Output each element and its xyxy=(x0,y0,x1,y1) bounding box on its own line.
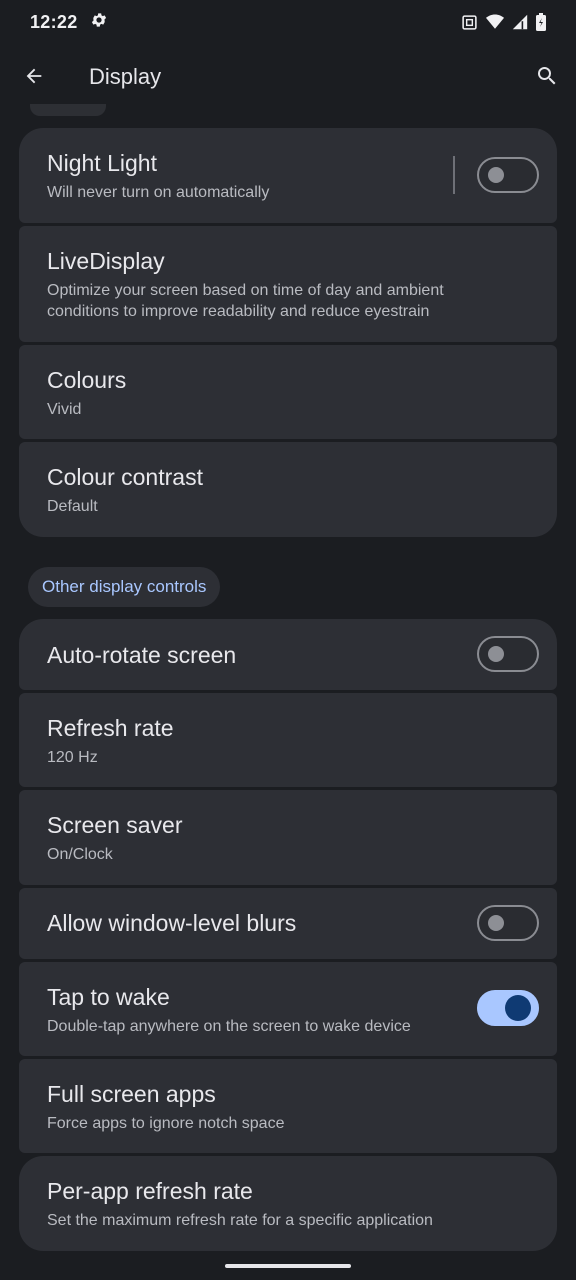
gesture-navigation-bar[interactable] xyxy=(225,1264,351,1268)
colours-subtitle: Vivid xyxy=(47,401,82,418)
auto-rotate-title: Auto-rotate screen xyxy=(47,642,237,668)
full-screen-apps-title: Full screen apps xyxy=(47,1081,216,1107)
page-title: Display xyxy=(89,64,162,89)
night-light-subtitle: Will never turn on automatically xyxy=(47,184,270,201)
status-bar: 12:22 xyxy=(0,0,576,44)
window-blurs-item[interactable]: Allow window-level blurs xyxy=(19,888,557,959)
refresh-rate-item[interactable]: Refresh rate 120 Hz xyxy=(19,693,557,787)
night-light-toggle[interactable] xyxy=(477,157,539,193)
refresh-rate-subtitle: 120 Hz xyxy=(47,749,98,766)
window-blurs-toggle[interactable] xyxy=(477,905,539,941)
per-app-refresh-subtitle: Set the maximum refresh rate for a speci… xyxy=(47,1212,433,1229)
screen-saver-title: Screen saver xyxy=(47,812,183,838)
section-header-other-display-controls: Other display controls xyxy=(28,567,221,607)
back-button[interactable] xyxy=(18,60,50,96)
per-app-refresh-title: Per-app refresh rate xyxy=(47,1178,253,1204)
search-button[interactable] xyxy=(530,60,564,96)
colour-contrast-item[interactable]: Colour contrast Default xyxy=(19,442,557,537)
tap-to-wake-item[interactable]: Tap to wake Double-tap anywhere on the s… xyxy=(19,962,557,1056)
previous-item-edge xyxy=(30,104,106,116)
per-app-refresh-item[interactable]: Per-app refresh rate Set the maximum ref… xyxy=(19,1156,557,1251)
full-screen-apps-item[interactable]: Full screen apps Force apps to ignore no… xyxy=(19,1059,557,1153)
toggle-knob xyxy=(488,167,504,183)
arrow-left-icon xyxy=(23,65,45,92)
settings-gear-icon xyxy=(90,11,108,34)
toggle-knob xyxy=(488,915,504,931)
live-display-item[interactable]: LiveDisplay Optimize your screen based o… xyxy=(19,226,557,342)
colour-contrast-subtitle: Default xyxy=(47,498,98,515)
screen-saver-subtitle: On/Clock xyxy=(47,846,113,863)
auto-rotate-item[interactable]: Auto-rotate screen xyxy=(19,619,557,690)
tap-to-wake-subtitle: Double-tap anywhere on the screen to wak… xyxy=(47,1018,411,1035)
battery-icon xyxy=(536,13,546,31)
colours-item[interactable]: Colours Vivid xyxy=(19,345,557,439)
status-time: 12:22 xyxy=(30,11,78,32)
toggle-knob xyxy=(505,995,531,1021)
night-light-item[interactable]: Night Light Will never turn on automatic… xyxy=(19,128,557,223)
toggle-knob xyxy=(488,646,504,662)
tap-to-wake-toggle[interactable] xyxy=(477,990,539,1026)
screen-saver-item[interactable]: Screen saver On/Clock xyxy=(19,790,557,885)
top-app-bar: Display xyxy=(0,48,576,108)
colour-contrast-title: Colour contrast xyxy=(47,464,203,490)
item-divider xyxy=(453,156,455,194)
night-light-title: Night Light xyxy=(47,150,157,176)
auto-rotate-toggle[interactable] xyxy=(477,636,539,672)
signal-icon xyxy=(512,14,528,30)
colours-title: Colours xyxy=(47,367,127,393)
live-display-subtitle: Optimize your screen based on time of da… xyxy=(47,282,444,320)
live-display-title: LiveDisplay xyxy=(47,248,165,274)
full-screen-apps-subtitle: Force apps to ignore notch space xyxy=(47,1115,285,1132)
tap-to-wake-title: Tap to wake xyxy=(47,984,170,1010)
refresh-rate-title: Refresh rate xyxy=(47,715,174,741)
search-icon xyxy=(535,64,559,93)
nfc-icon xyxy=(461,14,478,31)
wifi-icon xyxy=(486,14,504,30)
window-blurs-title: Allow window-level blurs xyxy=(47,910,297,936)
